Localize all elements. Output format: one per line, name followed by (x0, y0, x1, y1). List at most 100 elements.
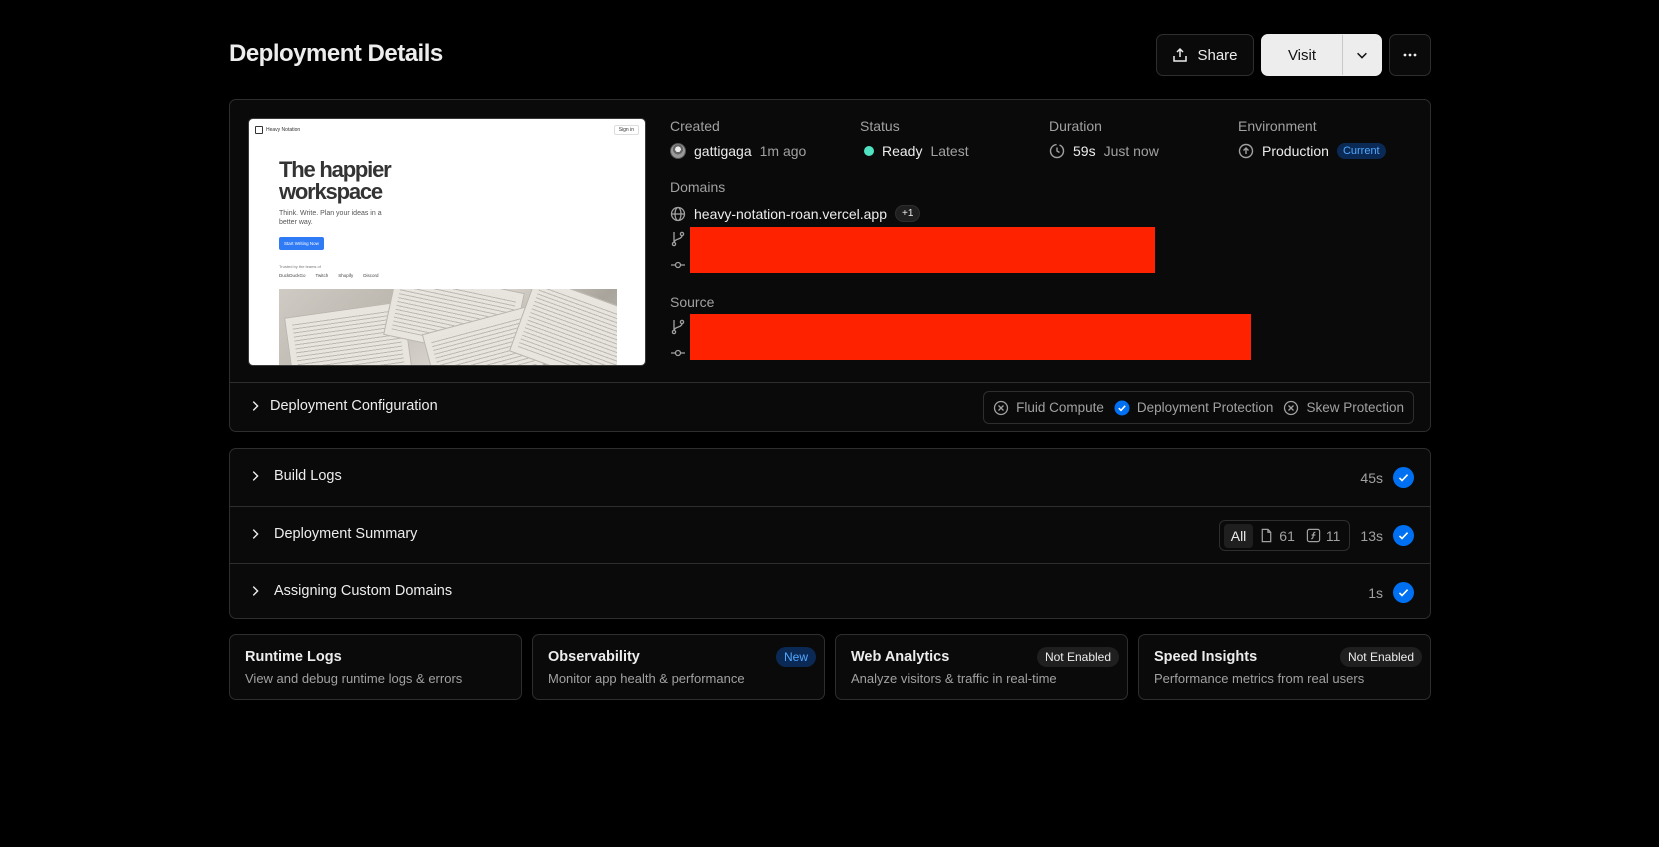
git-commit-icon (671, 261, 685, 269)
globe-icon (670, 206, 686, 221)
x-circle-icon (993, 400, 1009, 415)
domain-extra-badge[interactable]: +1 (895, 205, 921, 222)
tile-title: Runtime Logs (245, 649, 342, 665)
x-circle-icon (1284, 400, 1299, 415)
feature-tiles: Runtime Logs View and debug runtime logs… (229, 634, 1431, 700)
paper-sheet (508, 289, 617, 365)
domain-link[interactable]: heavy-notation-roan.vercel.app (694, 206, 887, 222)
domains-label: Domains (670, 179, 726, 195)
clock-icon (1049, 143, 1065, 159)
preview-signin: Sign in (613, 125, 639, 135)
status-tag: Latest (930, 143, 969, 159)
created-label: Created (670, 118, 720, 134)
feature-fluid-compute: Fluid Compute (993, 400, 1104, 416)
visit-button[interactable]: Visit (1262, 47, 1342, 64)
step-assigning-custom-domains[interactable]: Assigning Custom Domains 1s (230, 563, 1430, 618)
step-build-logs[interactable]: Build Logs 45s (230, 449, 1430, 506)
status-value: Ready Latest (864, 143, 969, 159)
preview-logo-item: Twitch (315, 273, 329, 278)
domain-row: heavy-notation-roan.vercel.app +1 (670, 205, 921, 222)
check-icon (1393, 467, 1414, 488)
preview-trusted: Trusted by the teams of (279, 264, 321, 269)
status-label: Status (860, 118, 900, 134)
feature-deployment-protection: Deployment Protection (1114, 400, 1274, 416)
duration-label: Duration (1049, 118, 1102, 134)
created-time: 1m ago (759, 143, 807, 159)
status-text: Ready (882, 143, 923, 159)
duration-text: 59s (1073, 143, 1096, 159)
deployment-configuration-row[interactable]: Deployment Configuration Fluid Compute D… (230, 382, 1430, 431)
preview-headline: The happier workspace (279, 157, 392, 204)
environment-value: Production Current (1238, 143, 1386, 159)
filter-functions-button[interactable]: 11 (1306, 528, 1346, 544)
filter-all-button[interactable]: All (1223, 523, 1254, 548)
tile-desc: Monitor app health & performance (548, 671, 745, 686)
tile-speed-insights[interactable]: Speed Insights Performance metrics from … (1138, 634, 1431, 700)
tile-title: Observability (548, 649, 640, 665)
deployment-preview[interactable]: Heavy Notation Sign in The happier works… (248, 118, 646, 366)
file-icon (1261, 528, 1272, 543)
check-circle-icon (1114, 400, 1130, 415)
filter-files-button[interactable]: 61 (1259, 528, 1300, 544)
preview-hero-image (279, 289, 617, 365)
chevron-down-icon (1357, 52, 1367, 59)
preview-logo-item: Discord (363, 273, 379, 278)
feature-skew-protection: Skew Protection (1283, 400, 1404, 416)
preview-logo-item: DuckDuckGo (279, 273, 306, 278)
files-count: 61 (1279, 527, 1295, 544)
arrow-up-circle-icon (1238, 143, 1254, 159)
not-enabled-badge: Not Enabled (1339, 647, 1422, 667)
tile-observability[interactable]: Observability Monitor app health & perfo… (532, 634, 825, 700)
step-duration: 45s (1360, 469, 1383, 486)
duration-value: 59s Just now (1049, 143, 1159, 159)
preview-logo-item: Shopify (338, 273, 354, 278)
more-options-button[interactable] (1389, 34, 1431, 76)
deployment-steps: Build Logs 45s Deployment Summary All 61 (229, 448, 1431, 619)
preview-logos: DuckDuckGo Twitch Shopify Discord (279, 273, 379, 278)
tile-title: Web Analytics (851, 649, 950, 665)
feature-status-list: Fluid Compute Deployment Protection Skew… (983, 391, 1414, 424)
share-button[interactable]: Share (1156, 34, 1254, 76)
step-duration: 13s (1360, 527, 1383, 544)
not-enabled-badge: Not Enabled (1036, 647, 1119, 667)
check-icon (1393, 525, 1414, 546)
chevron-right-icon (252, 471, 259, 481)
visit-dropdown-button[interactable] (1343, 35, 1381, 75)
functions-count: 11 (1325, 527, 1341, 544)
step-duration: 1s (1368, 584, 1383, 601)
preview-subtitle: Think. Write. Plan your ideas in a bette… (279, 210, 382, 226)
avatar (670, 143, 686, 159)
tile-runtime-logs[interactable]: Runtime Logs View and debug runtime logs… (229, 634, 522, 700)
step-title: Deployment Summary (274, 526, 418, 542)
environment-current-badge: Current (1336, 143, 1386, 159)
git-commit-icon (671, 349, 685, 357)
feature-label: Fluid Compute (1016, 400, 1104, 415)
preview-logo: Heavy Notation (255, 126, 300, 134)
step-title: Assigning Custom Domains (274, 583, 453, 599)
share-label: Share (1197, 46, 1238, 64)
feature-label: Deployment Protection (1136, 400, 1274, 415)
duration-when: Just now (1103, 143, 1159, 159)
tile-web-analytics[interactable]: Web Analytics Analyze visitors & traffic… (835, 634, 1128, 700)
step-deployment-summary[interactable]: Deployment Summary All 61 11 13s (230, 506, 1430, 563)
summary-filter: All 61 11 (1218, 520, 1351, 551)
step-meta: 45s (1360, 449, 1414, 506)
tile-desc: Performance metrics from real users (1154, 671, 1365, 686)
preview-navbar: Heavy Notation Sign in (255, 124, 639, 136)
step-title: Build Logs (274, 468, 342, 484)
tile-title: Speed Insights (1154, 649, 1258, 665)
chevron-right-icon (252, 401, 259, 411)
status-ready-dot (864, 146, 874, 156)
redacted-source-block (690, 314, 1251, 360)
chevron-right-icon (252, 586, 259, 596)
created-value: gattigaga 1m ago (670, 143, 806, 159)
step-meta: All 61 11 13s (1218, 507, 1414, 564)
preview-logo-icon (255, 126, 263, 134)
tile-desc: View and debug runtime logs & errors (245, 671, 463, 686)
deployment-configuration-title: Deployment Configuration (270, 398, 438, 414)
ellipsis-icon (1403, 53, 1417, 57)
check-icon (1393, 582, 1414, 603)
created-user[interactable]: gattigaga (694, 143, 752, 159)
feature-label: Skew Protection (1306, 400, 1404, 415)
chevron-right-icon (252, 529, 259, 539)
